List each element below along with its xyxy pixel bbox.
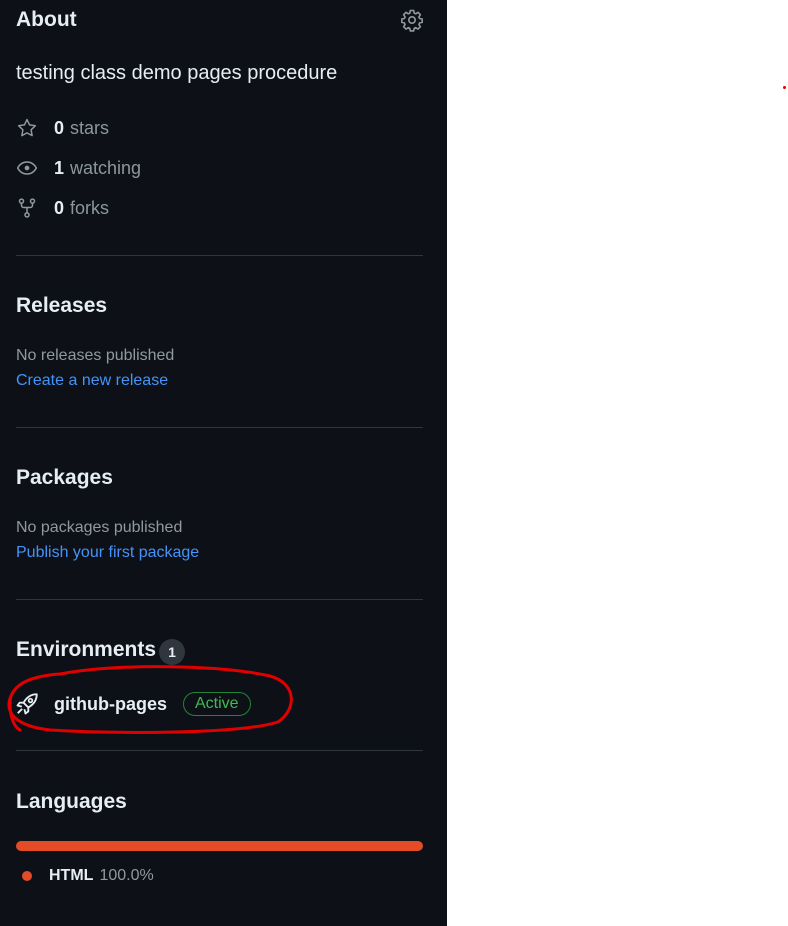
rocket-icon xyxy=(16,693,38,715)
environment-name[interactable]: github-pages xyxy=(54,694,167,715)
packages-heading[interactable]: Packages xyxy=(16,466,113,490)
environments-count-badge: 1 xyxy=(159,639,185,665)
environments-heading[interactable]: Environments xyxy=(16,638,156,662)
divider xyxy=(16,599,423,600)
red-mark xyxy=(783,86,786,89)
divider xyxy=(16,427,423,428)
stars-label: stars xyxy=(70,117,110,138)
star-icon xyxy=(17,118,37,137)
stars-link[interactable]: 0 stars xyxy=(16,116,109,140)
about-heading: About xyxy=(16,8,77,31)
environment-item-github-pages[interactable]: github-pages Active xyxy=(14,688,251,720)
language-name: HTML xyxy=(49,867,94,884)
watching-link[interactable]: 1 watching xyxy=(16,156,141,180)
eye-icon xyxy=(16,161,38,175)
watching-count: 1 xyxy=(54,157,65,178)
status-badge: Active xyxy=(183,692,251,716)
forks-count: 0 xyxy=(54,197,65,218)
forks-label: forks xyxy=(70,197,110,218)
repo-sidebar: About testing class demo pages procedure… xyxy=(0,0,447,926)
language-percent: 100.0% xyxy=(99,867,154,884)
releases-heading[interactable]: Releases xyxy=(16,294,107,318)
language-item-html[interactable]: HTML 100.0% xyxy=(22,866,154,886)
language-bar-segment-html xyxy=(16,841,423,851)
watching-label: watching xyxy=(70,157,142,178)
forks-link[interactable]: 0 forks xyxy=(16,196,109,220)
no-releases-text: No releases published xyxy=(16,347,175,364)
page: About testing class demo pages procedure… xyxy=(0,0,788,926)
divider xyxy=(16,255,423,256)
repo-description: testing class demo pages procedure xyxy=(16,62,338,84)
repo-forked-icon xyxy=(18,198,36,218)
divider xyxy=(16,750,423,751)
create-release-link[interactable]: Create a new release xyxy=(16,372,168,390)
language-color-dot xyxy=(22,871,32,881)
no-packages-text: No packages published xyxy=(16,519,183,536)
languages-heading: Languages xyxy=(16,790,127,813)
gear-icon[interactable] xyxy=(400,8,424,32)
stars-count: 0 xyxy=(54,117,65,138)
publish-package-link[interactable]: Publish your first package xyxy=(16,544,199,562)
language-bar xyxy=(16,841,423,851)
